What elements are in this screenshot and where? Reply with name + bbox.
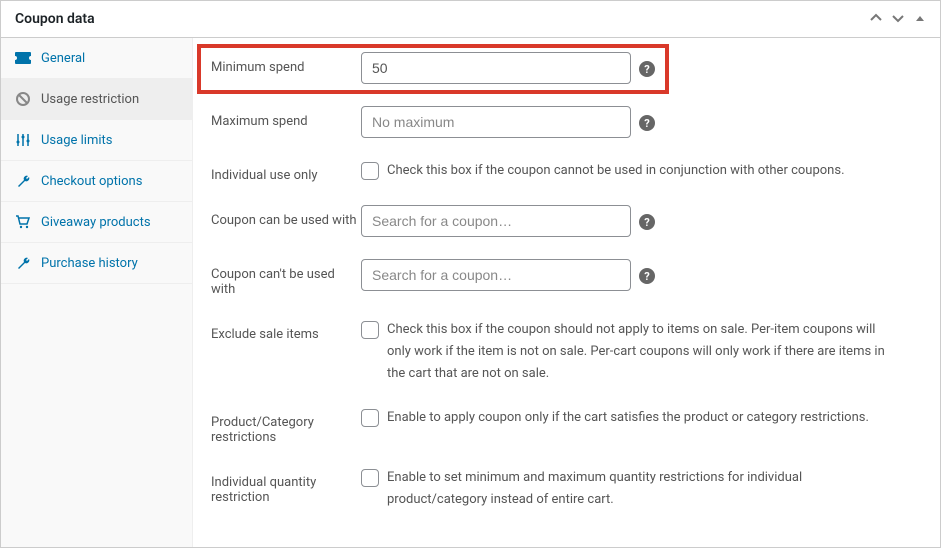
sidebar-item-usage-restriction[interactable]: Usage restriction [1, 79, 192, 120]
move-down-icon[interactable] [892, 12, 904, 27]
field-label: Individual quantity restriction [211, 467, 361, 505]
sidebar-item-label: Usage limits [41, 133, 112, 148]
maximum-spend-input[interactable] [361, 106, 631, 138]
field-label: Coupon can be used with [211, 205, 361, 228]
help-icon[interactable]: ? [639, 61, 655, 77]
sidebar-item-label: Usage restriction [41, 92, 139, 107]
sidebar-item-checkout-options[interactable]: Checkout options [1, 161, 192, 202]
field-label: Product/Category restrictions [211, 407, 361, 445]
panel-body: General Usage restriction Usage limits C… [1, 38, 940, 547]
coupon-data-panel: Coupon data General [0, 0, 941, 548]
field-label: Exclude sale items [211, 319, 361, 342]
ticket-icon [15, 50, 31, 66]
cart-icon [15, 214, 31, 230]
wrench-icon [15, 255, 31, 271]
move-up-icon[interactable] [870, 12, 882, 27]
field-help-text: Check this box if the coupon should not … [387, 319, 901, 385]
product-category-checkbox[interactable] [361, 409, 379, 427]
sidebar-item-purchase-history[interactable]: Purchase history [1, 243, 192, 284]
help-icon[interactable]: ? [639, 268, 655, 284]
field-cant-used-with: Coupon can't be used with ? [211, 259, 922, 297]
cant-used-with-input[interactable] [361, 259, 631, 291]
field-minimum-spend: Minimum spend ? [211, 52, 922, 84]
field-used-with: Coupon can be used with ? [211, 205, 922, 237]
panel-title: Coupon data [15, 11, 95, 27]
sidebar-item-label: Checkout options [41, 174, 142, 189]
block-icon [15, 91, 31, 107]
content-area: Minimum spend ? Maximum spend ? Individu… [193, 38, 940, 547]
sidebar-item-general[interactable]: General [1, 38, 192, 79]
sidebar-item-label: General [41, 51, 85, 66]
sidebar-item-label: Purchase history [41, 256, 138, 271]
collapse-icon[interactable] [914, 12, 926, 27]
sidebar-item-label: Giveaway products [41, 215, 151, 230]
field-label: Individual use only [211, 160, 361, 183]
wrench-icon [15, 173, 31, 189]
sidebar-item-giveaway-products[interactable]: Giveaway products [1, 202, 192, 243]
sliders-icon [15, 132, 31, 148]
field-maximum-spend: Maximum spend ? [211, 106, 922, 138]
panel-toggles [870, 12, 926, 27]
used-with-input[interactable] [361, 205, 631, 237]
sidebar: General Usage restriction Usage limits C… [1, 38, 193, 547]
field-help-text: Check this box if the coupon cannot be u… [387, 160, 845, 182]
individual-use-checkbox[interactable] [361, 162, 379, 180]
field-label: Maximum spend [211, 106, 361, 129]
sidebar-item-usage-limits[interactable]: Usage limits [1, 120, 192, 161]
help-icon[interactable]: ? [639, 115, 655, 131]
panel-header: Coupon data [1, 1, 940, 38]
field-exclude-sale: Exclude sale items Check this box if the… [211, 319, 922, 385]
field-help-text: Enable to set minimum and maximum quanti… [387, 467, 901, 511]
field-product-category: Product/Category restrictions Enable to … [211, 407, 922, 445]
field-help-text: Enable to apply coupon only if the cart … [387, 407, 869, 429]
help-icon[interactable]: ? [639, 214, 655, 230]
field-individual-use: Individual use only Check this box if th… [211, 160, 922, 183]
field-label: Coupon can't be used with [211, 259, 361, 297]
minimum-spend-input[interactable] [361, 52, 631, 84]
individual-qty-checkbox[interactable] [361, 469, 379, 487]
field-label: Minimum spend [211, 52, 361, 75]
field-individual-qty: Individual quantity restriction Enable t… [211, 467, 922, 511]
exclude-sale-checkbox[interactable] [361, 321, 379, 339]
